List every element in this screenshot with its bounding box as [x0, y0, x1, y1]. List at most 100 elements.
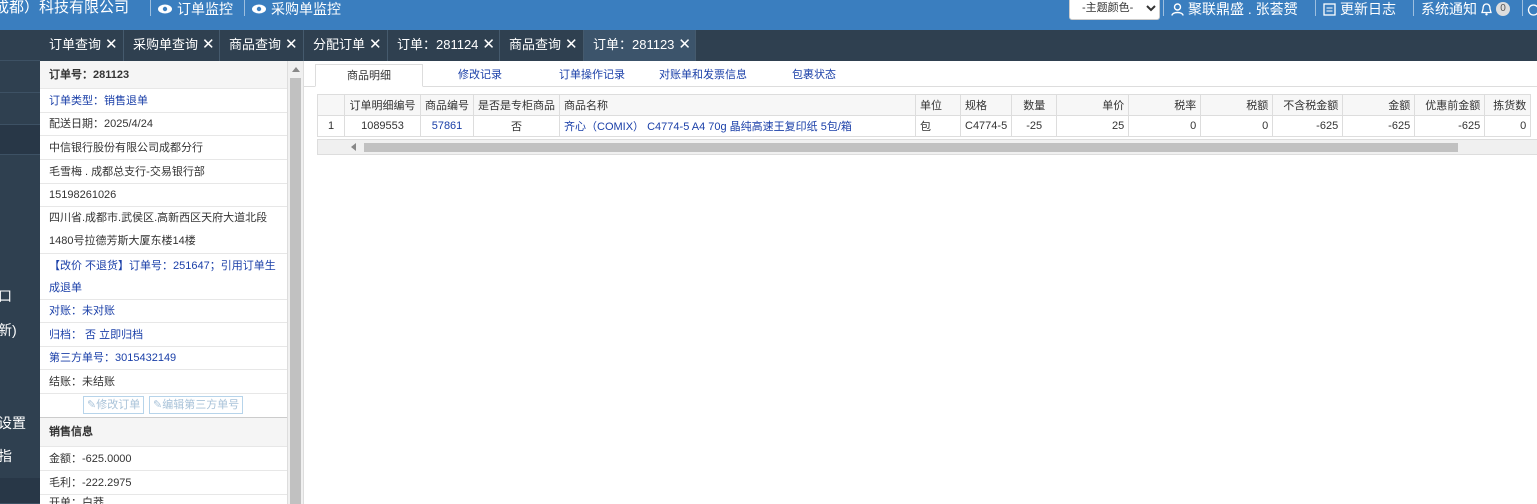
order-info-panel: 订单号：281123 订单类型：销售退单 配送日期：2025/4/24 中信银行… — [40, 61, 288, 504]
tab-product-query-2[interactable]: 商品查询 ✕ — [500, 30, 584, 61]
tab-assign-order[interactable]: 分配订单 ✕ — [304, 30, 388, 61]
company-name: 成都）科技有限公司 — [0, 0, 130, 16]
divider — [1522, 0, 1523, 16]
column-header[interactable]: 商品编号 — [420, 94, 474, 116]
divider — [1413, 0, 1414, 16]
user-icon — [1171, 2, 1184, 16]
notifications-label: 系统通知 — [1421, 1, 1477, 17]
tab-label: 订单：281123 — [593, 37, 675, 52]
close-icon[interactable]: ✕ — [285, 36, 298, 53]
notifications-link[interactable]: 系统通知 0 — [1421, 0, 1510, 18]
eye-icon — [158, 4, 172, 14]
horizontal-scrollbar[interactable] — [317, 139, 1537, 155]
product-code-link[interactable]: 57861 — [420, 115, 474, 137]
tab-label: 商品查询 — [229, 37, 282, 52]
quantity-cell: -25 — [1011, 115, 1058, 137]
sidebar-item[interactable] — [0, 93, 40, 125]
scroll-thumb[interactable] — [290, 78, 301, 504]
close-icon[interactable]: ✕ — [105, 36, 118, 53]
scroll-up-icon[interactable] — [292, 67, 300, 72]
order-monitor-link[interactable]: 订单监控 — [157, 0, 233, 18]
spec-cell: C4774-5 — [959, 115, 1013, 137]
sidebar-fragment[interactable]: 新) — [0, 320, 17, 340]
update-log-link[interactable]: 更新日志 — [1323, 0, 1396, 18]
tab-order-281124[interactable]: 订单：281124 ✕ — [388, 30, 500, 61]
note-line: 【改价 不退货】订单号：251647；引用订单生 — [49, 260, 276, 272]
column-header[interactable]: 优惠前金额 — [1414, 94, 1486, 116]
update-log-label: 更新日志 — [1340, 1, 1396, 17]
close-icon[interactable]: ✕ — [565, 36, 578, 53]
sales-amount: 金额：-625.0000 — [40, 447, 287, 471]
product-name-link[interactable]: 齐心（COMIX） C4774-5 A4 70g 晶纯高速王复印纸 5包/箱 — [559, 115, 916, 137]
column-header[interactable]: 税额 — [1200, 94, 1274, 116]
detail-id-cell: 1089553 — [344, 115, 421, 137]
close-icon[interactable]: ✕ — [202, 36, 215, 53]
sidebar-item[interactable] — [0, 125, 40, 155]
table-row[interactable]: 1 1089553 57861 否 齐心（COMIX） C4774-5 A4 7… — [317, 115, 1532, 137]
reconcile-status: 对账：未对账 — [40, 300, 287, 323]
column-header[interactable]: 金额 — [1342, 94, 1416, 116]
power-icon — [1527, 3, 1537, 16]
sidebar-item[interactable] — [0, 30, 40, 61]
column-header — [317, 94, 345, 116]
tab-product-details[interactable]: 商品明细 — [315, 64, 423, 87]
column-header[interactable]: 单价 — [1056, 94, 1130, 116]
sidebar-item[interactable] — [0, 478, 40, 504]
column-header[interactable]: 是否是专柜商品 — [473, 94, 560, 116]
product-grid: 订单明细编号 商品编号 是否是专柜商品 商品名称 单位 规格 数量 单价 税率 … — [317, 94, 1532, 137]
sidebar-fragment[interactable]: 指 — [0, 446, 12, 466]
tab-product-query[interactable]: 商品查询 ✕ — [220, 30, 304, 61]
counter-flag-cell: 否 — [473, 115, 560, 137]
sales-partial: 开单：白莽 — [40, 495, 287, 504]
theme-color-select[interactable]: -主题颜色- — [1069, 0, 1160, 20]
user-menu[interactable]: 聚联鼎盛 . 张荟赟 — [1171, 0, 1298, 18]
tab-purchase-query[interactable]: 采购单查询 ✕ — [124, 30, 220, 61]
tab-change-log[interactable]: 修改记录 — [435, 64, 525, 87]
edit-order-button[interactable]: ✎修改订单 — [83, 396, 145, 414]
address-line: 四川省.成都市.武侯区.高新西区天府大道北段 — [49, 212, 268, 224]
grid-header-row: 订单明细编号 商品编号 是否是专柜商品 商品名称 单位 规格 数量 单价 税率 … — [317, 94, 1532, 116]
tab-order-query[interactable]: 订单查询 ✕ — [40, 30, 124, 61]
tab-statement-invoice[interactable]: 对账单和发票信息 — [652, 64, 754, 87]
scroll-thumb[interactable] — [364, 143, 1458, 152]
column-header[interactable]: 税率 — [1128, 94, 1202, 116]
vertical-scrollbar[interactable] — [288, 61, 303, 504]
edit-icon: ✎ — [153, 399, 163, 411]
divider — [244, 0, 245, 16]
tab-bar: 订单查询 ✕ 采购单查询 ✕ 商品查询 ✕ 分配订单 ✕ 订单：281124 ✕ 商品查询… — [40, 30, 1537, 61]
column-header[interactable]: 单位 — [915, 94, 961, 116]
row-number: 1 — [317, 115, 345, 137]
column-header[interactable]: 规格 — [959, 94, 1013, 116]
bell-icon — [1481, 2, 1492, 15]
order-monitor-label: 订单监控 — [177, 1, 233, 17]
sidebar-fragment[interactable]: 口 — [0, 286, 12, 306]
shipping-address: 四川省.成都市.武侯区.高新西区天府大道北段 1480号拉德芳斯大厦东楼14楼 — [40, 207, 287, 254]
column-header[interactable]: 拣货数 — [1484, 94, 1532, 116]
column-header[interactable]: 商品名称 — [559, 94, 916, 116]
tab-order-281123[interactable]: 订单：281123 ✕ — [584, 30, 696, 61]
column-header[interactable]: 订单明细编号 — [344, 94, 421, 116]
more-icon[interactable] — [1527, 0, 1537, 18]
tab-package-status[interactable]: 包裹状态 — [774, 64, 854, 87]
edit-third-party-button[interactable]: ✎编辑第三方单号 — [149, 396, 244, 414]
sidebar: 口 新) 设置 指 — [0, 30, 40, 504]
scroll-left-icon[interactable] — [351, 143, 356, 151]
purchase-monitor-link[interactable]: 采购单监控 — [251, 0, 341, 18]
tab-label: 分配订单 — [313, 37, 366, 52]
close-icon[interactable]: ✕ — [678, 36, 691, 53]
divider — [150, 0, 151, 16]
column-header[interactable]: 数量 — [1011, 94, 1058, 116]
sales-info-title: 销售信息 — [40, 418, 287, 447]
close-icon[interactable]: ✕ — [482, 36, 495, 53]
edit-order-label: 修改订单 — [96, 399, 141, 411]
order-note: 【改价 不退货】订单号：251647；引用订单生 成退单 — [40, 254, 287, 300]
tab-label: 商品查询 — [509, 37, 562, 52]
sidebar-item[interactable] — [0, 61, 40, 93]
close-icon[interactable]: ✕ — [369, 36, 382, 53]
archive-status[interactable]: 归档： 否 立即归档 — [40, 323, 287, 347]
divider — [1163, 0, 1164, 16]
eye-icon — [252, 4, 266, 14]
tab-operation-log[interactable]: 订单操作记录 — [547, 64, 637, 87]
column-header[interactable]: 不含税金额 — [1272, 94, 1344, 116]
sidebar-fragment[interactable]: 设置 — [0, 413, 26, 433]
